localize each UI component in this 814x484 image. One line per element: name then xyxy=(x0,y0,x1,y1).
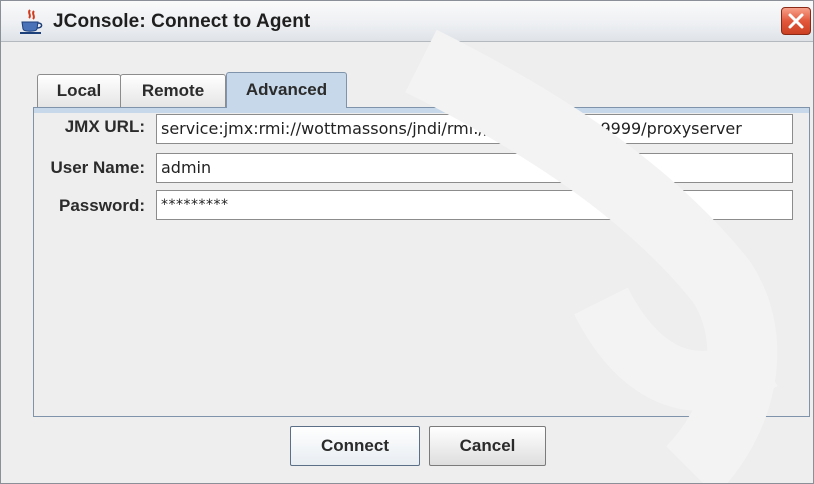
tab-advanced[interactable]: Advanced xyxy=(226,72,347,108)
jmx-url-label: JMX URL: xyxy=(64,117,145,136)
java-coffee-cup-icon xyxy=(19,9,43,35)
tab-remote[interactable]: Remote xyxy=(120,74,226,107)
username-input[interactable]: admin xyxy=(156,153,793,183)
username-label: User Name: xyxy=(50,158,146,177)
connect-dialog: JConsole: Connect to Agent Local Remote … xyxy=(0,0,814,484)
close-x-icon xyxy=(788,13,804,29)
close-button[interactable] xyxy=(781,7,811,35)
panel-top-strip xyxy=(34,108,809,113)
connect-button[interactable]: Connect xyxy=(290,426,420,466)
password-label: Password: xyxy=(59,196,145,215)
password-input[interactable]: ********* xyxy=(156,190,793,220)
cancel-button[interactable]: Cancel xyxy=(429,426,546,466)
title-bar[interactable]: JConsole: Connect to Agent xyxy=(1,1,813,42)
tab-local[interactable]: Local xyxy=(37,74,121,107)
jmx-url-input[interactable]: service:jmx:rmi://wottmassons/jndi/rmi:/… xyxy=(156,114,793,144)
window-title: JConsole: Connect to Agent xyxy=(53,11,311,32)
